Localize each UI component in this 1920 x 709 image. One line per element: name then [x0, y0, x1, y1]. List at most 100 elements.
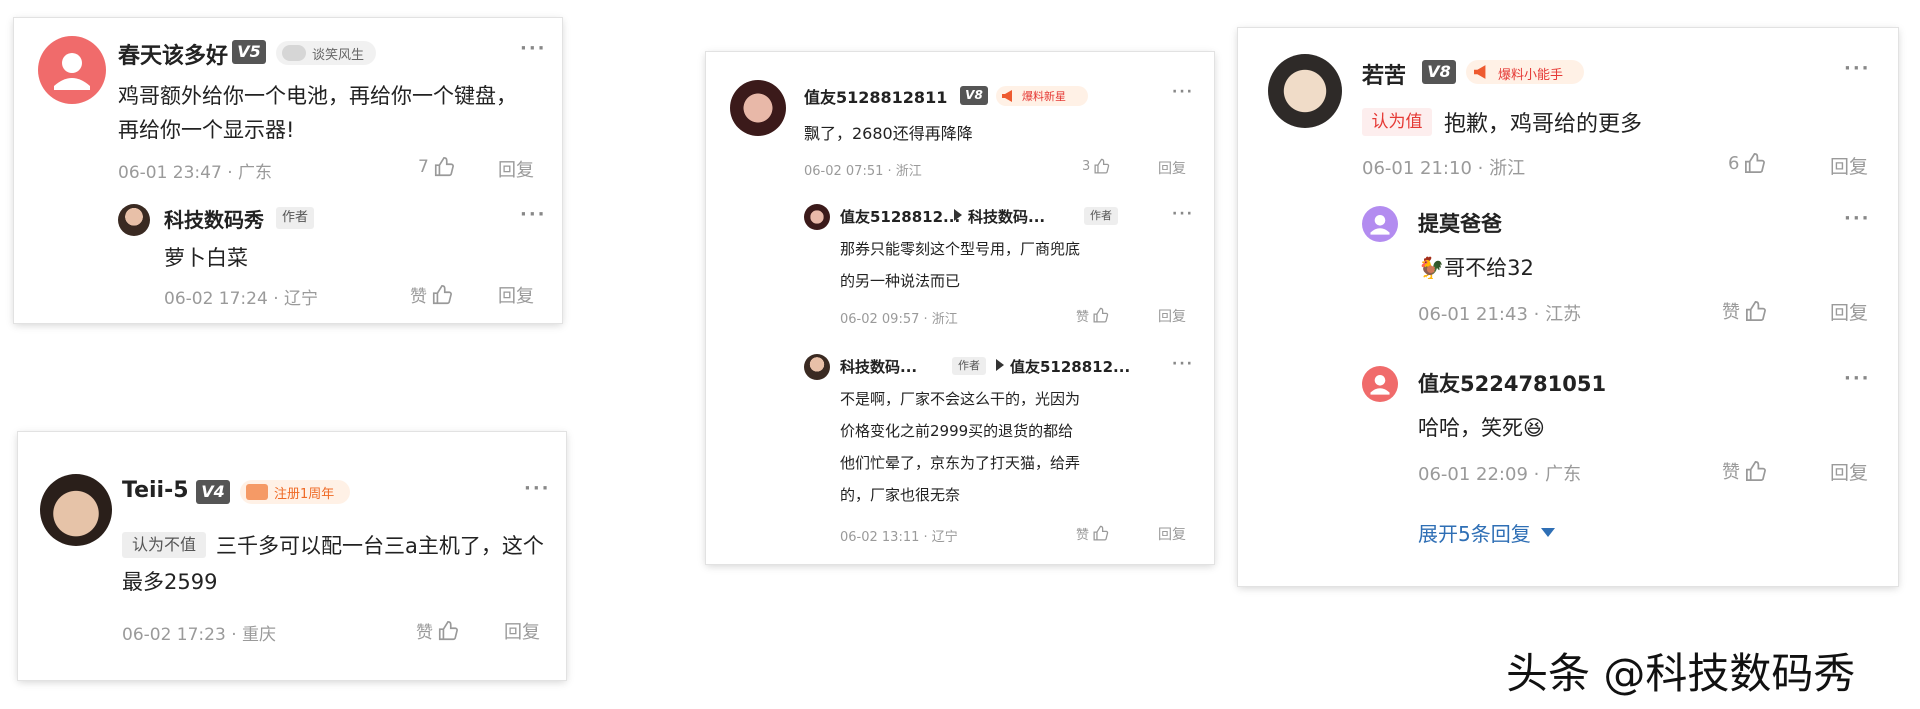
cloud-icon: [282, 45, 306, 61]
comment-card-3: 值友5128812811 V8 爆料新星 ··· 飘了，2680还得再降降 06…: [706, 52, 1214, 564]
watermark: 头条 @科技数码秀: [1506, 649, 1856, 698]
honor-badge: 注册1周年: [240, 480, 350, 504]
rooster-emoji: 🐓: [1418, 256, 1445, 280]
like-count: 7: [418, 157, 429, 177]
user-avatar[interactable]: [1268, 54, 1342, 128]
like-count: 3: [1082, 159, 1091, 174]
reply-avatar[interactable]: [804, 204, 830, 230]
thumb-up-icon: [1746, 460, 1766, 481]
time-location: 06-02 07:51 · 浙江: [804, 164, 922, 179]
time-location: 06-02 09:57 · 浙江: [840, 312, 958, 327]
author-badge: 作者: [952, 357, 986, 375]
reply-text-line: 不是啊，厂家不会这么干的，光因为: [840, 390, 1081, 408]
reply-to-name[interactable]: 值友5128812...: [1010, 356, 1130, 377]
honor-badge: 谈笑风生: [276, 41, 376, 65]
author-name[interactable]: 若苦: [1362, 58, 1406, 90]
reply-text-line: 他们忙晕了，京东为了打天猫，给弄: [840, 454, 1081, 472]
reply-author-name[interactable]: 值友5224781051: [1418, 368, 1606, 398]
author-badge: 作者: [1084, 207, 1118, 225]
thumb-up-icon: [1745, 153, 1766, 173]
more-icon[interactable]: ···: [524, 478, 551, 499]
like-label: 赞: [1722, 302, 1740, 323]
reply-button[interactable]: 回复: [1830, 152, 1868, 179]
reply-author-name[interactable]: 提莫爸爸: [1418, 208, 1502, 238]
comment-card-4: 若苦 V8 爆料小能手 ··· 认为值 抱歉，鸡哥给的更多 06-01 21:1…: [1238, 28, 1898, 586]
author-name[interactable]: 春天该多好: [118, 38, 228, 70]
like-button[interactable]: 6: [1728, 152, 1766, 175]
reply-button[interactable]: 回复: [498, 282, 534, 308]
more-icon[interactable]: ···: [1172, 356, 1194, 372]
cake-icon: [246, 484, 268, 500]
megaphone-icon: [1002, 90, 1012, 102]
thumb-up-icon: [1093, 525, 1109, 541]
user-avatar[interactable]: [730, 80, 786, 136]
reply-text-body: 哥不给32: [1444, 256, 1534, 280]
default-avatar-icon[interactable]: [38, 36, 106, 104]
default-avatar-icon[interactable]: [1362, 366, 1398, 402]
reply-button[interactable]: 回复: [498, 156, 534, 182]
like-button[interactable]: 赞: [416, 618, 459, 643]
thumb-up-icon: [432, 284, 452, 304]
like-button[interactable]: 7: [418, 156, 455, 178]
user-avatar[interactable]: [40, 474, 112, 546]
reply-text: 🐓哥不给32: [1418, 252, 1534, 282]
author-name[interactable]: 值友5128812811: [804, 84, 947, 108]
reply-to-name[interactable]: 科技数码...: [968, 206, 1045, 227]
comment-text-line: 再给你一个显示器!: [118, 118, 295, 142]
reply-arrow-icon: [996, 359, 1004, 371]
time-location: 06-02 17:24 · 辽宁: [164, 289, 319, 309]
reply-button[interactable]: 回复: [1158, 306, 1186, 326]
thumb-up-icon: [1746, 300, 1766, 321]
reply-button[interactable]: 回复: [1830, 458, 1868, 485]
honor-badge-label: 谈笑风生: [312, 48, 365, 63]
reply-text-line: 的另一种说法而已: [840, 272, 961, 290]
thumb-up-icon: [1094, 158, 1110, 174]
like-button[interactable]: 赞: [1722, 298, 1767, 324]
thumb-up-icon: [438, 620, 458, 640]
comment-text: 飘了，2680还得再降降: [804, 124, 973, 143]
reply-text-line: 的，厂家也很无奈: [840, 486, 961, 504]
reply-text-line: 价格变化之前2999买的退货的都给: [840, 422, 1074, 440]
reply-button[interactable]: 回复: [504, 618, 540, 644]
reply-from-name[interactable]: 值友5128812...: [840, 206, 960, 227]
thumb-up-icon: [1093, 307, 1109, 323]
like-button[interactable]: 赞: [1076, 524, 1109, 543]
reply-button[interactable]: 回复: [1158, 158, 1186, 178]
time-location: 06-01 21:10 · 浙江: [1362, 158, 1526, 179]
time-location: 06-01 22:09 · 广东: [1418, 464, 1582, 485]
expand-replies-link[interactable]: 展开5条回复: [1418, 518, 1555, 547]
honor-badge: 爆料小能手: [1466, 60, 1584, 84]
like-button[interactable]: 3: [1082, 158, 1110, 175]
reply-button[interactable]: 回复: [1830, 298, 1868, 325]
reply-avatar[interactable]: [118, 204, 150, 236]
default-avatar-icon[interactable]: [1362, 206, 1398, 242]
expand-replies-label: 展开5条回复: [1418, 522, 1531, 546]
time-location: 06-01 23:47 · 广东: [118, 163, 273, 183]
reply-button[interactable]: 回复: [1158, 524, 1186, 544]
time-location: 06-02 13:11 · 辽宁: [840, 530, 958, 545]
like-button[interactable]: 赞: [410, 282, 453, 307]
like-button[interactable]: 赞: [1076, 306, 1109, 325]
reply-avatar[interactable]: [804, 354, 830, 380]
more-icon[interactable]: ···: [1844, 208, 1871, 229]
like-count: 6: [1728, 153, 1740, 174]
reply-from-name[interactable]: 科技数码...: [840, 356, 917, 377]
more-icon[interactable]: ···: [1172, 84, 1194, 100]
reply-text-line: 那券只能零刻这个型号用，厂商兜底: [840, 240, 1081, 258]
level-badge: V8: [1422, 60, 1456, 84]
comment-text-line: 三千多可以配一台三a主机了，这个: [216, 534, 544, 558]
megaphone-icon: [1474, 65, 1486, 79]
more-icon[interactable]: ···: [1844, 58, 1871, 79]
more-icon[interactable]: ···: [1172, 206, 1194, 222]
more-icon[interactable]: ···: [1844, 368, 1871, 389]
like-button[interactable]: 赞: [1722, 458, 1767, 484]
opinion-tag: 认为不值: [122, 532, 206, 558]
author-badge: 作者: [276, 207, 314, 229]
more-icon[interactable]: ···: [520, 38, 547, 59]
reply-text: 萝卜白菜: [164, 246, 248, 270]
reply-author-name[interactable]: 科技数码秀: [164, 204, 264, 233]
comment-card-1: 春天该多好 V5 谈笑风生 ··· 鸡哥额外给你一个电池，再给你一个键盘， 再给…: [14, 18, 562, 323]
author-name[interactable]: Teii-5: [122, 478, 189, 503]
like-label: 赞: [1076, 310, 1090, 325]
more-icon[interactable]: ···: [520, 204, 547, 225]
